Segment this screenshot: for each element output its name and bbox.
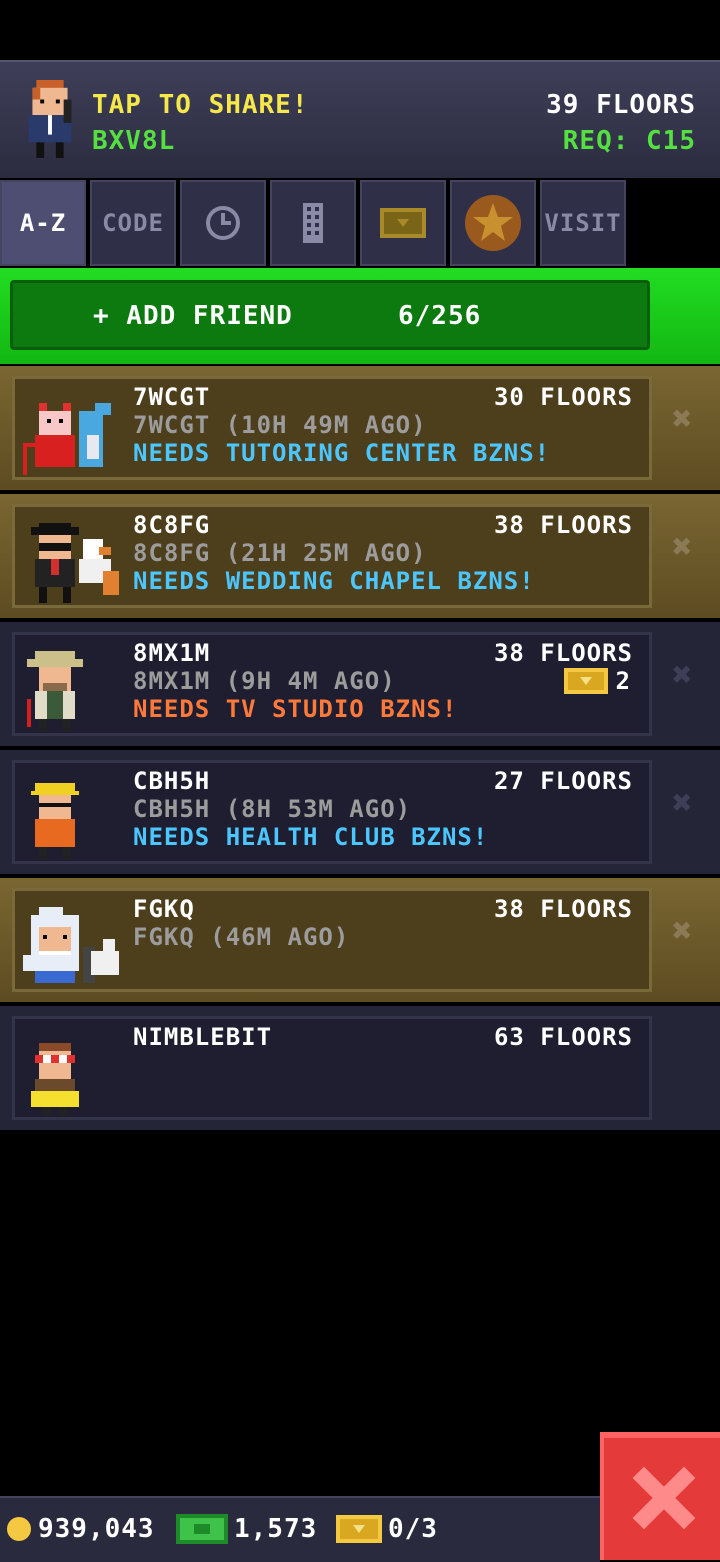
friend-floors: 38 FLOORS (493, 511, 633, 539)
friend-last-seen: 7WCGT (10H 49M AGO) (133, 411, 427, 439)
remove-friend-button[interactable]: ✖ (672, 402, 702, 436)
clock-icon (206, 206, 240, 240)
remove-friend-button[interactable]: ✖ (672, 530, 702, 564)
friend-card[interactable]: 8MX1M 38 FLOORS 8MX1M (9H 4M AGO) NEEDS … (12, 632, 652, 736)
add-friend-button[interactable]: + ADD FRIEND 6/256 (10, 280, 650, 350)
bux-value: 1,573 (234, 1514, 318, 1544)
tab-code-label: CODE (102, 209, 164, 237)
friend-card[interactable]: 7WCGT 30 FLOORS 7WCGT (10H 49M AGO) NEED… (12, 376, 652, 480)
friend-name: 7WCGT (133, 383, 211, 411)
sort-tabs: A-Z CODE VISIT (0, 180, 630, 266)
friend-row[interactable]: 8MX1M 38 FLOORS 8MX1M (9H 4M AGO) NEEDS … (0, 622, 720, 746)
ticket-badge: 2 (563, 667, 631, 695)
gangster-avatar-icon (31, 523, 119, 603)
remove-friend-button[interactable]: ✖ (672, 786, 702, 820)
friend-row[interactable]: CBH5H 27 FLOORS CBH5H (8H 53M AGO) NEEDS… (0, 750, 720, 874)
add-friend-bar: + ADD FRIEND 6/256 (0, 268, 720, 364)
devil-avatar-icon (23, 403, 111, 475)
friend-last-seen: CBH5H (8H 53M AGO) (133, 795, 412, 823)
coin-icon (7, 1517, 31, 1541)
building-icon (303, 203, 323, 243)
friend-need: NEEDS HEALTH CLUB BZNS! (133, 823, 489, 851)
ticket-icon (380, 208, 426, 238)
ticket-icon (336, 1515, 382, 1543)
tickets-stat: 0/3 (336, 1514, 438, 1544)
player-avatar (28, 80, 72, 158)
tab-a-z-label: A-Z (19, 209, 67, 237)
friend-name: NIMBLEBIT (133, 1023, 273, 1051)
friend-floors: 27 FLOORS (493, 767, 633, 795)
friend-name: CBH5H (133, 767, 211, 795)
tap-to-share-label[interactable]: TAP TO SHARE! (92, 90, 309, 120)
friend-card[interactable]: NIMBLEBIT 63 FLOORS (12, 1016, 652, 1120)
friend-code: BXV8L (92, 126, 176, 156)
remove-friend-button[interactable]: ✖ (672, 658, 702, 692)
friend-floors: 38 FLOORS (493, 895, 633, 923)
tab-recent[interactable] (180, 180, 266, 266)
friend-floors: 30 FLOORS (493, 383, 633, 411)
ticket-icon (563, 668, 608, 694)
close-icon (632, 1466, 696, 1530)
friend-need: NEEDS TV STUDIO BZNS! (133, 695, 458, 723)
friend-need: NEEDS TUTORING CENTER BZNS! (133, 439, 551, 467)
close-button[interactable] (600, 1432, 720, 1560)
ticket-count: 2 (615, 667, 631, 695)
shark-costume-avatar-icon (23, 907, 119, 983)
requirement-label: REQ: C15 (562, 126, 696, 156)
friend-last-seen: FGKQ (46M AGO) (133, 923, 350, 951)
tab-favorites[interactable] (450, 180, 536, 266)
friend-name: 8C8FG (133, 511, 211, 539)
bux-stat: 1,573 (176, 1514, 317, 1544)
friend-card[interactable]: 8C8FG 38 FLOORS 8C8FG (21H 25M AGO) NEED… (12, 504, 652, 608)
nimblebit-avatar-icon (31, 1043, 79, 1115)
tab-floors[interactable] (270, 180, 356, 266)
currency-bar: 939,043 1,573 0/3 (0, 1496, 600, 1562)
explorer-avatar-icon (27, 651, 83, 731)
tower-floors: 39 FLOORS (546, 90, 696, 120)
friend-last-seen: 8C8FG (21H 25M AGO) (133, 539, 427, 567)
friend-card[interactable]: FGKQ 38 FLOORS FGKQ (46M AGO) (12, 888, 652, 992)
tab-visit[interactable]: VISIT (540, 180, 626, 266)
friend-row[interactable]: NIMBLEBIT 63 FLOORS (0, 1006, 720, 1130)
tab-code[interactable]: CODE (90, 180, 176, 266)
coins-stat: 939,043 (6, 1514, 155, 1544)
coins-value: 939,043 (38, 1514, 155, 1544)
tab-tickets[interactable] (360, 180, 446, 266)
star-medal-icon (465, 195, 521, 251)
friend-card[interactable]: CBH5H 27 FLOORS CBH5H (8H 53M AGO) NEEDS… (12, 760, 652, 864)
share-header[interactable]: TAP TO SHARE! BXV8L 39 FLOORS REQ: C15 (0, 60, 720, 178)
add-friend-label: + ADD FRIEND (93, 301, 293, 331)
friend-row[interactable]: 7WCGT 30 FLOORS 7WCGT (10H 49M AGO) NEED… (0, 366, 720, 490)
friend-floors: 38 FLOORS (493, 639, 633, 667)
friend-name: 8MX1M (133, 639, 211, 667)
bux-icon (176, 1514, 228, 1544)
hardhat-avatar-icon (31, 783, 79, 859)
friend-floors: 63 FLOORS (493, 1023, 633, 1051)
tab-a-z[interactable]: A-Z (0, 180, 86, 266)
friend-name: FGKQ (133, 895, 195, 923)
friend-count: 6/256 (398, 301, 482, 331)
tab-visit-label: VISIT (544, 209, 622, 237)
friend-need: NEEDS WEDDING CHAPEL BZNS! (133, 567, 535, 595)
friend-last-seen: 8MX1M (9H 4M AGO) (133, 667, 396, 695)
tickets-value: 0/3 (388, 1514, 438, 1544)
friend-row[interactable]: 8C8FG 38 FLOORS 8C8FG (21H 25M AGO) NEED… (0, 494, 720, 618)
friend-row[interactable]: FGKQ 38 FLOORS FGKQ (46M AGO) ✖ (0, 878, 720, 1002)
remove-friend-button[interactable]: ✖ (672, 914, 702, 948)
